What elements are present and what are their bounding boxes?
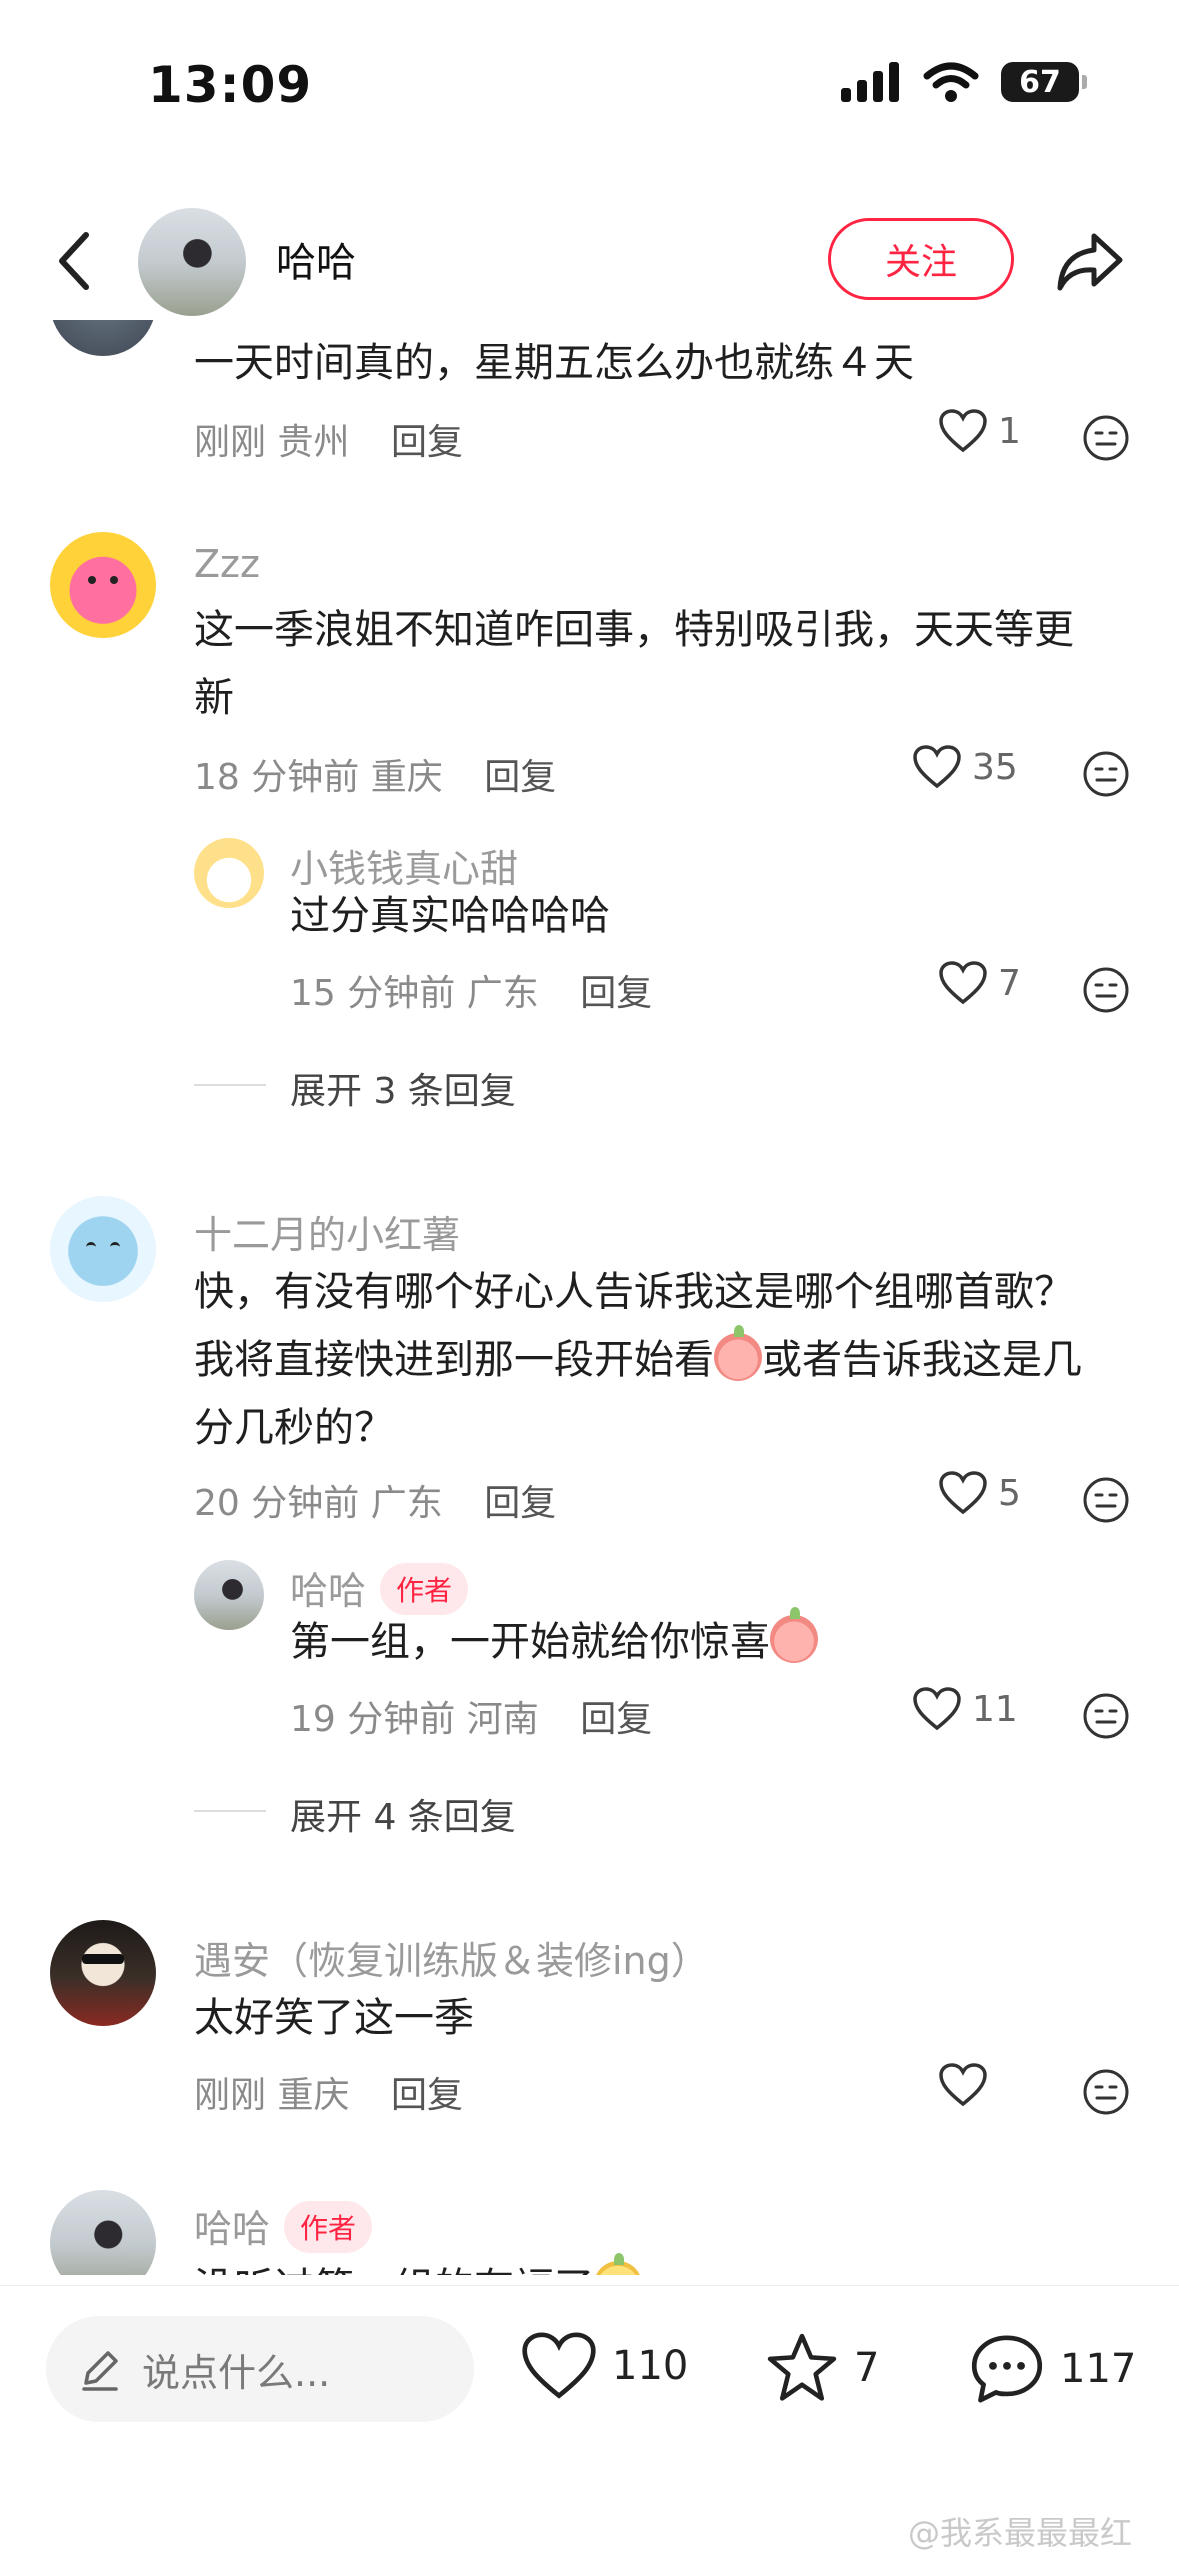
avatar[interactable]	[50, 320, 156, 356]
avatar[interactable]	[194, 838, 264, 908]
battery-icon: 67	[1001, 62, 1087, 102]
like-post-button[interactable]: 110	[520, 2330, 688, 2402]
comment-text: 新	[194, 675, 234, 721]
comment-text: 一天时间真的，星期五怎么办也就练４天	[194, 340, 914, 386]
share-icon	[1057, 233, 1123, 291]
comment-text: 快，有没有哪个好心人告诉我这是哪个组哪首歌？	[194, 1269, 1074, 1315]
reply-button[interactable]: 回复	[484, 1483, 556, 1524]
reply-button[interactable]: 回复	[580, 1699, 652, 1740]
heart-icon	[522, 2332, 596, 2399]
star-icon	[767, 2333, 837, 2401]
heart-icon	[939, 1471, 987, 1515]
like-button[interactable]: 1	[938, 408, 1021, 454]
like-button[interactable]: 35	[912, 744, 1018, 790]
comment-meta: 刚刚 重庆 回复	[194, 2075, 463, 2116]
comment-username[interactable]: 十二月的小红薯	[194, 1204, 460, 1259]
emoji-react-icon[interactable]	[1082, 2068, 1130, 2116]
watermark: @我系最最最红	[908, 2514, 1133, 2552]
chevron-left-icon	[59, 232, 89, 290]
sticker-icon	[714, 1325, 762, 1381]
like-count: 1	[998, 410, 1021, 452]
comment-count-button[interactable]: 117	[968, 2330, 1136, 2408]
heart-icon	[913, 745, 961, 789]
chat-bubble-icon	[971, 2335, 1043, 2403]
comment-text: 我将直接快进到那一段开始看 或者告诉我这是几	[194, 1325, 1082, 1394]
reply-text: 过分真实哈哈哈哈	[290, 893, 610, 939]
like-button[interactable]: 7	[938, 960, 1021, 1006]
comment-text: 太好笑了这一季	[194, 1995, 474, 2041]
comment-username: 哈哈 作者	[194, 2198, 373, 2253]
avatar[interactable]	[50, 1920, 156, 2026]
comment-input-placeholder: 说点什么...	[142, 2350, 331, 2395]
expand-replies-button[interactable]: 展开 3 条回复	[290, 1062, 516, 1114]
follow-button[interactable]: 关注	[828, 218, 1014, 300]
cellular-signal-icon	[841, 62, 899, 102]
comment-meta: 刚刚 贵州 回复	[194, 422, 463, 463]
reply-meta: 15 分钟前 广东 回复	[290, 973, 653, 1014]
header: 哈哈 关注	[0, 200, 1179, 320]
comment-text: 分几秒的？	[194, 1405, 394, 1451]
comment-meta: 18 分钟前 重庆 回复	[194, 757, 557, 798]
status-icons: 67	[841, 62, 1087, 102]
reply-button[interactable]: 回复	[391, 2075, 463, 2116]
like-count: 7	[998, 962, 1021, 1004]
emoji-react-icon[interactable]	[1082, 750, 1130, 798]
emoji-react-icon[interactable]	[1082, 414, 1130, 462]
heart-icon	[913, 1687, 961, 1731]
like-count: 5	[998, 1472, 1021, 1514]
comment-count: 117	[1060, 2346, 1137, 2392]
comment-meta: 20 分钟前 广东 回复	[194, 1483, 557, 1524]
author-avatar[interactable]	[138, 208, 246, 316]
comment-username[interactable]: 遇安（恢复训练版＆装修ing）	[194, 1930, 709, 1985]
avatar[interactable]	[194, 1560, 264, 1630]
heart-icon	[939, 409, 987, 453]
status-time: 13:09	[148, 56, 313, 114]
reply-button[interactable]: 回复	[391, 422, 463, 463]
comment-list[interactable]: 一天时间真的，星期五怎么办也就练４天 刚刚 贵州 回复 1 Zzz 这一季浪姐不…	[0, 320, 1179, 2275]
divider	[194, 1810, 266, 1812]
comment-username[interactable]: Zzz	[194, 542, 260, 586]
collect-button[interactable]: 7	[764, 2330, 879, 2406]
post-like-count: 110	[612, 2343, 689, 2389]
like-count: 35	[972, 746, 1018, 788]
comment-text: 这一季浪姐不知道咋回事，特别吸引我，天天等更	[194, 607, 1074, 653]
reply-button[interactable]: 回复	[580, 973, 652, 1014]
avatar[interactable]	[50, 2190, 156, 2275]
comment-input[interactable]: 说点什么...	[46, 2316, 474, 2422]
sticker-icon	[770, 1607, 818, 1663]
emoji-react-icon[interactable]	[1082, 1476, 1130, 1524]
emoji-react-icon[interactable]	[1082, 1692, 1130, 1740]
heart-icon	[939, 961, 987, 1005]
avatar[interactable]	[50, 1196, 156, 1302]
pencil-icon	[82, 2351, 118, 2391]
author-name[interactable]: 哈哈	[276, 230, 356, 288]
battery-level: 67	[1019, 64, 1061, 100]
like-button[interactable]: 5	[938, 1470, 1021, 1516]
heart-icon	[939, 2063, 987, 2107]
avatar[interactable]	[50, 532, 156, 638]
share-button[interactable]	[1054, 226, 1126, 298]
expand-replies-button[interactable]: 展开 4 条回复	[290, 1788, 516, 1840]
divider	[194, 1084, 266, 1086]
back-button[interactable]	[48, 226, 98, 296]
emoji-react-icon[interactable]	[1082, 966, 1130, 1014]
reply-text: 第一组，一开始就给你惊喜	[290, 1607, 818, 1676]
reply-meta: 19 分钟前 河南 回复	[290, 1699, 653, 1740]
like-button[interactable]	[938, 2062, 988, 2108]
sticker-icon	[594, 2253, 642, 2275]
author-badge: 作者	[284, 2201, 373, 2253]
reply-button[interactable]: 回复	[484, 757, 556, 798]
like-count: 11	[972, 1688, 1018, 1730]
wifi-icon	[923, 62, 979, 102]
like-button[interactable]: 11	[912, 1686, 1018, 1732]
comment-text: 没听过第一组的有福了	[194, 2253, 642, 2275]
reply-username: 哈哈 作者	[290, 1560, 469, 1615]
collect-count: 7	[854, 2345, 880, 2391]
